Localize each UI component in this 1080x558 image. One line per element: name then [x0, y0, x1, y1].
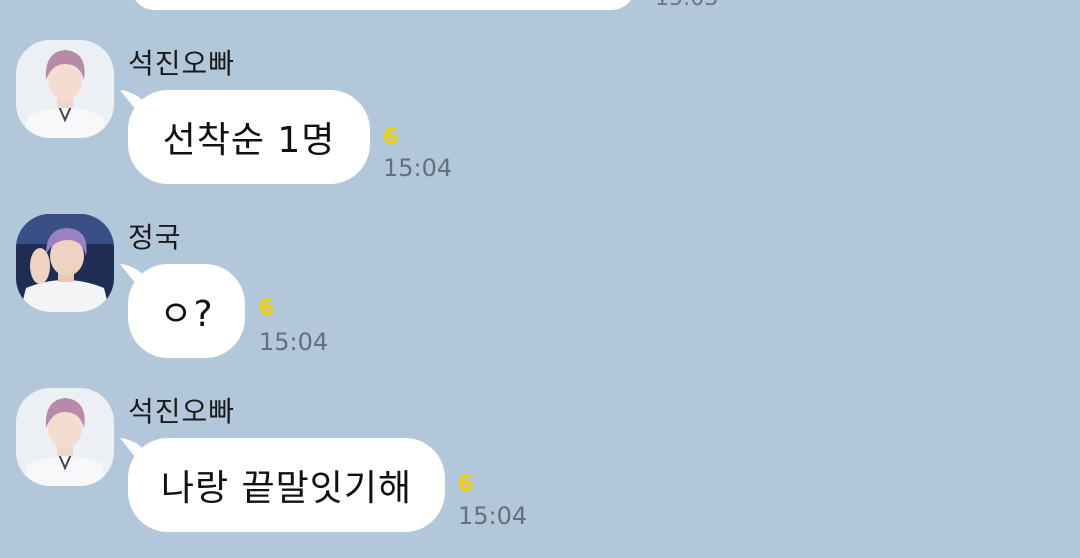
avatar-jungkook[interactable]	[16, 214, 114, 312]
message-bubble[interactable]: 나랑 끝말잇기해	[128, 438, 445, 532]
avatar-jin[interactable]	[16, 388, 114, 486]
chat-message: 석진오빠 선착순 1명 6 15:04	[0, 40, 1080, 210]
previous-message-bubble[interactable]	[130, 0, 636, 10]
sender-name: 석진오빠	[128, 395, 236, 428]
message-time: 15:04	[259, 328, 329, 356]
avatar-jin[interactable]	[16, 40, 114, 138]
unread-count: 6	[383, 125, 399, 150]
chat-message: 정국 ㅇ? 6 15:04	[0, 214, 1080, 384]
message-time: 15:04	[458, 502, 528, 530]
message-bubble[interactable]: 선착순 1명	[128, 90, 370, 184]
unread-count: 6	[458, 472, 474, 497]
previous-message-time: 15:03	[655, 0, 718, 11]
message-bubble[interactable]: ㅇ?	[128, 264, 245, 358]
sender-name: 정국	[128, 221, 182, 254]
message-time: 15:04	[383, 154, 453, 182]
sender-name: 석진오빠	[128, 47, 236, 80]
chat-message: 석진오빠 나랑 끝말잇기해 6 15:04	[0, 388, 1080, 558]
unread-count: 6	[259, 296, 275, 321]
